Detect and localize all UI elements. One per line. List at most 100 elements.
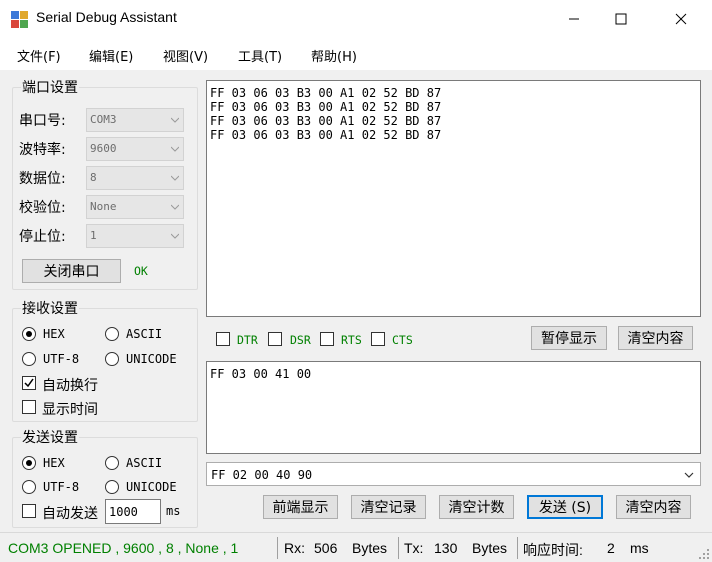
window-title: Serial Debug Assistant (36, 9, 177, 25)
prev-display-button[interactable]: 前端显示 (263, 495, 338, 519)
close-port-button[interactable]: 关闭串口 (22, 259, 121, 283)
clear-record-button[interactable]: 清空记录 (351, 495, 426, 519)
recv-utf8-label: UTF-8 (43, 352, 80, 366)
minimize-button[interactable] (551, 0, 597, 38)
parity-select[interactable]: None (86, 195, 184, 219)
send-text: FF 03 00 41 00 (210, 367, 312, 381)
send-textarea[interactable]: FF 03 00 41 00 (206, 361, 701, 454)
menu-bar: 文件(F) 编辑(E) 视图(V) 工具(T) 帮助(H) (0, 38, 712, 70)
send-utf8-label: UTF-8 (43, 480, 80, 494)
baud-label: 波特率: (19, 142, 66, 158)
dsr-label: DSR (290, 333, 311, 347)
rts-checkbox[interactable] (320, 332, 334, 346)
auto-wrap-label: 自动换行 (42, 378, 98, 394)
pause-display-button[interactable]: 暂停显示 (531, 326, 607, 350)
data-bits-label: 数据位: (19, 171, 66, 187)
recv-line: FF 03 06 03 B3 00 A1 02 52 BD 87 (210, 86, 442, 100)
send-interval-value: 1000 (109, 505, 138, 519)
port-label: 串口号: (19, 113, 66, 129)
clear-receive-button[interactable]: 清空内容 (618, 326, 693, 350)
maximize-button[interactable] (598, 0, 644, 38)
data-bits-select[interactable]: 8 (86, 166, 184, 190)
rx-unit: Bytes (352, 540, 388, 556)
recv-ascii-radio[interactable] (105, 327, 119, 341)
menu-view[interactable]: 视图(V) (163, 46, 208, 65)
stop-bits-label: 停止位: (19, 229, 66, 245)
send-hex-label: HEX (43, 456, 65, 470)
recv-hex-radio[interactable] (22, 327, 36, 341)
menu-edit[interactable]: 编辑(E) (89, 46, 133, 65)
send-interval-unit: ms (166, 504, 181, 518)
app-window: Serial Debug Assistant 文件(F) 编辑(E) 视图(V)… (0, 0, 712, 562)
recv-utf8-radio[interactable] (22, 352, 36, 366)
send-history-value: FF 02 00 40 90 (211, 468, 313, 482)
chevron-down-icon (171, 233, 179, 239)
connection-status: COM3 OPENED , 9600 , 8 , None , 1 (8, 540, 239, 556)
recv-unicode-label: UNICODE (126, 352, 177, 366)
maximize-icon (615, 13, 627, 25)
menu-tools[interactable]: 工具(T) (238, 46, 282, 65)
recv-line: FF 03 06 03 B3 00 A1 02 52 BD 87 (210, 128, 442, 142)
cts-checkbox[interactable] (371, 332, 385, 346)
rts-label: RTS (341, 333, 362, 347)
resize-grip-icon[interactable] (698, 548, 710, 560)
response-time-value: 2 (607, 540, 615, 556)
send-hex-radio[interactable] (22, 456, 36, 470)
send-button[interactable]: 发送 (S) (527, 495, 603, 519)
status-separator (517, 537, 518, 559)
send-unicode-radio[interactable] (105, 480, 119, 494)
receive-textarea[interactable]: FF 03 06 03 B3 00 A1 02 52 BD 87 FF 03 0… (206, 80, 701, 317)
recv-line: FF 03 06 03 B3 00 A1 02 52 BD 87 (210, 114, 442, 128)
baud-value: 9600 (90, 142, 117, 155)
close-icon (675, 13, 687, 25)
stop-bits-value: 1 (90, 229, 97, 242)
baud-select[interactable]: 9600 (86, 137, 184, 161)
recv-ascii-label: ASCII (126, 327, 163, 341)
status-separator (398, 537, 399, 559)
rx-count: 506 (314, 540, 338, 556)
title-bar: Serial Debug Assistant (0, 0, 712, 38)
rx-label: Rx: (284, 540, 305, 556)
send-ascii-label: ASCII (126, 456, 163, 470)
dtr-checkbox[interactable] (216, 332, 230, 346)
show-time-checkbox[interactable] (22, 400, 36, 414)
status-bar: COM3 OPENED , 9600 , 8 , None , 1 Rx: 50… (0, 532, 712, 562)
menu-file[interactable]: 文件(F) (17, 46, 61, 65)
chevron-down-icon (171, 117, 179, 123)
send-history-select[interactable]: FF 02 00 40 90 (206, 462, 701, 486)
chevron-down-icon (171, 146, 179, 152)
port-select[interactable]: COM3 (86, 108, 184, 132)
dtr-label: DTR (237, 333, 258, 347)
close-button[interactable] (658, 0, 704, 38)
app-icon (11, 11, 28, 28)
send-unicode-label: UNICODE (126, 480, 177, 494)
port-status: OK (134, 264, 148, 278)
tx-unit: Bytes (472, 540, 508, 556)
send-interval-input[interactable]: 1000 (105, 499, 161, 524)
send-settings-title: 发送设置 (21, 427, 79, 447)
port-settings-title: 端口设置 (21, 77, 79, 97)
chevron-down-icon (171, 175, 179, 181)
recv-hex-label: HEX (43, 327, 65, 341)
tx-count: 130 (434, 540, 458, 556)
recv-line: FF 03 06 03 B3 00 A1 02 52 BD 87 (210, 100, 442, 114)
chevron-down-icon (171, 204, 179, 210)
recv-unicode-radio[interactable] (105, 352, 119, 366)
status-separator (277, 537, 278, 559)
show-time-label: 显示时间 (42, 402, 98, 418)
minimize-icon (569, 18, 579, 20)
menu-help[interactable]: 帮助(H) (311, 46, 357, 65)
auto-send-checkbox[interactable] (22, 504, 36, 518)
clear-send-button[interactable]: 清空内容 (616, 495, 691, 519)
checkmark-icon (24, 378, 34, 388)
data-bits-value: 8 (90, 171, 97, 184)
send-utf8-radio[interactable] (22, 480, 36, 494)
parity-value: None (90, 200, 117, 213)
auto-wrap-checkbox[interactable] (22, 376, 36, 390)
auto-send-label: 自动发送 (42, 506, 98, 522)
send-ascii-radio[interactable] (105, 456, 119, 470)
stop-bits-select[interactable]: 1 (86, 224, 184, 248)
tx-label: Tx: (404, 540, 424, 556)
dsr-checkbox[interactable] (268, 332, 282, 346)
clear-count-button[interactable]: 清空计数 (439, 495, 514, 519)
